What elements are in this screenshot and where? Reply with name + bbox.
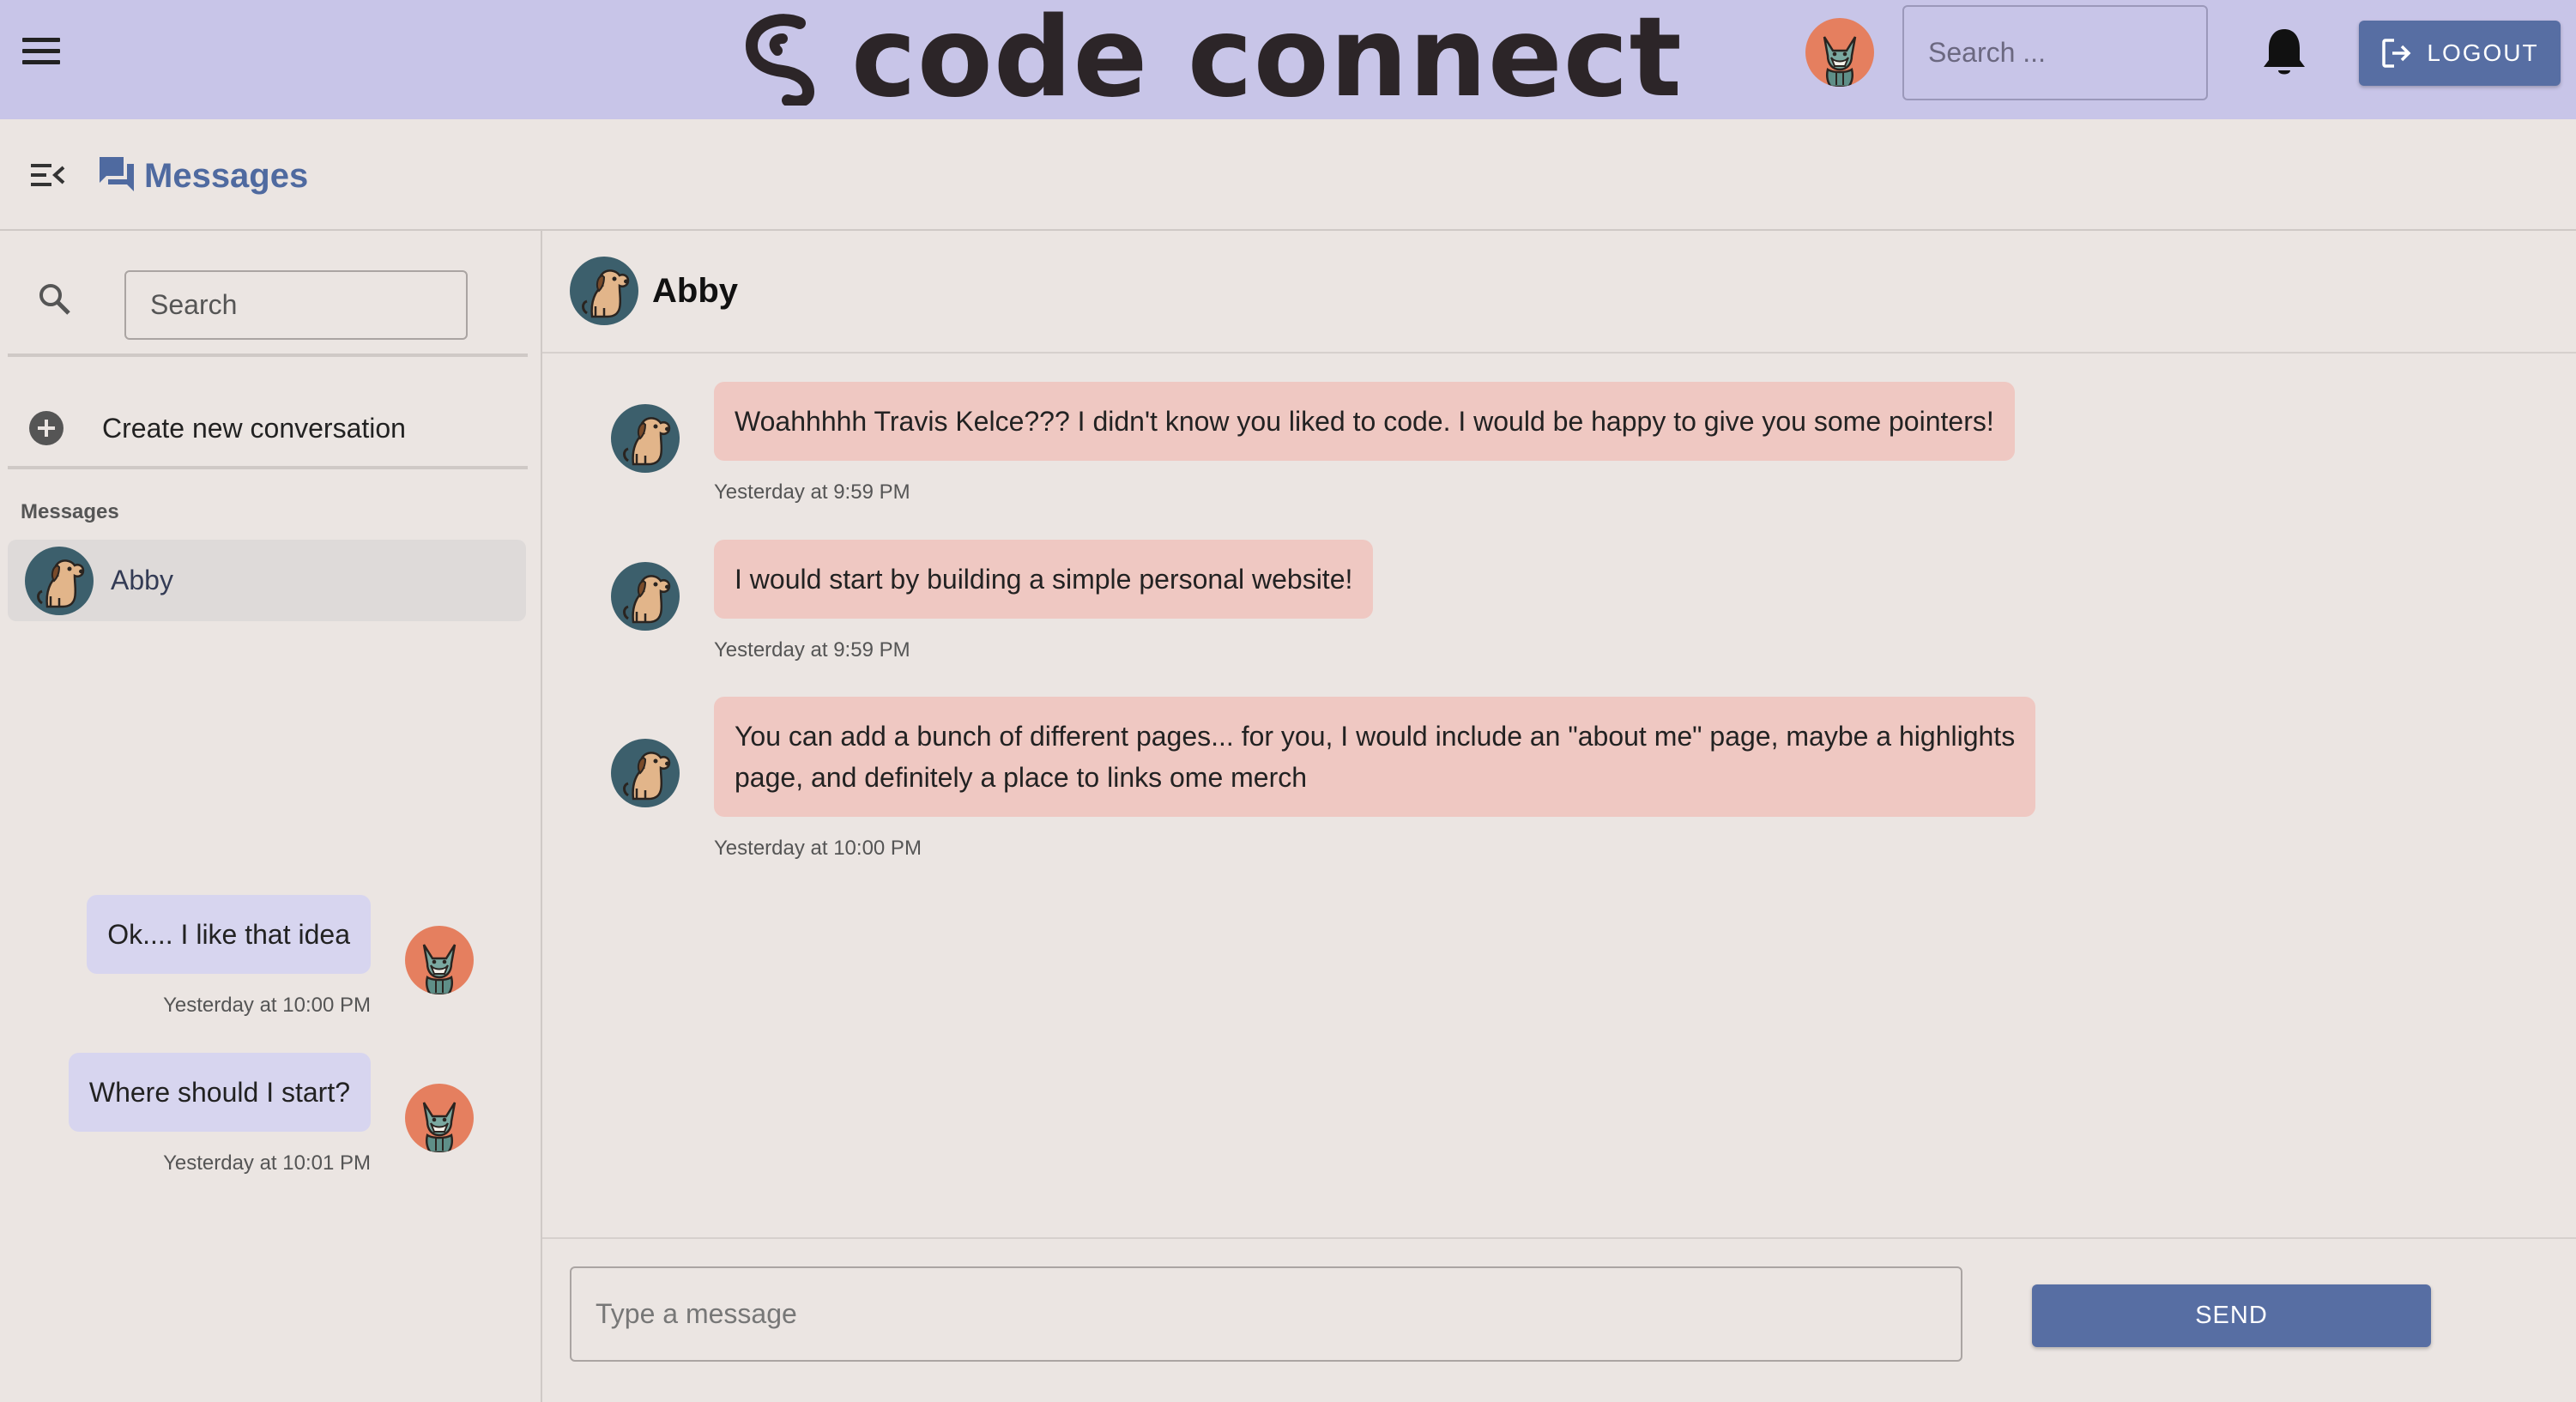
message-timestamp: Yesterday at 10:00 PM bbox=[714, 837, 922, 860]
message-text: Woahhhhh Travis Kelce??? I didn't know y… bbox=[735, 406, 1994, 437]
hamburger-menu-icon[interactable] bbox=[22, 38, 60, 69]
logout-button[interactable]: LOGOUT bbox=[2359, 21, 2561, 86]
user-avatar[interactable] bbox=[1805, 18, 1874, 87]
avatar bbox=[405, 926, 474, 994]
search-icon bbox=[39, 284, 70, 315]
message-timestamp: Yesterday at 9:59 PM bbox=[714, 480, 910, 504]
message-bubble: I would start by building a simple perso… bbox=[714, 540, 1374, 619]
avatar bbox=[611, 404, 680, 473]
avatar bbox=[611, 562, 680, 631]
messages-subheader: Messages bbox=[0, 119, 2576, 231]
logout-icon bbox=[2382, 39, 2411, 68]
conversation-name: Abby bbox=[111, 565, 173, 595]
logout-label: LOGOUT bbox=[2427, 39, 2539, 66]
message-text: I would start by building a simple perso… bbox=[735, 564, 1353, 595]
page-title: Messages bbox=[144, 157, 309, 195]
message-bubble: Where should I start? bbox=[68, 1053, 371, 1132]
divider bbox=[8, 354, 528, 357]
add-circle-icon bbox=[29, 411, 63, 445]
contact-avatar[interactable] bbox=[570, 257, 638, 325]
chat-header: Abby bbox=[542, 231, 2576, 354]
message-timestamp: Yesterday at 9:59 PM bbox=[714, 638, 910, 662]
avatar bbox=[611, 739, 680, 807]
code-connect-logo-icon bbox=[745, 14, 815, 106]
conversation-item-abby[interactable]: Abby bbox=[8, 540, 526, 621]
brand-name: code connect bbox=[851, 0, 1683, 122]
conversation-search-input[interactable] bbox=[124, 270, 468, 340]
chat-bubbles-icon bbox=[100, 157, 134, 191]
message-text-line: You can add a bunch of different pages..… bbox=[735, 721, 2016, 752]
message-bubble: Ok.... I like that idea bbox=[87, 895, 371, 974]
divider bbox=[542, 1237, 2576, 1239]
divider bbox=[8, 466, 528, 469]
global-search-input[interactable] bbox=[1902, 5, 2208, 100]
message-timestamp: Yesterday at 10:01 PM bbox=[163, 1151, 371, 1175]
menu-collapse-icon[interactable] bbox=[31, 160, 65, 190]
message-bubble: Woahhhhh Travis Kelce??? I didn't know y… bbox=[714, 382, 2015, 461]
bell-icon[interactable] bbox=[2262, 26, 2307, 79]
message-input[interactable] bbox=[570, 1266, 1962, 1362]
send-button[interactable]: SEND bbox=[2032, 1284, 2431, 1347]
create-conversation-button[interactable]: Create new conversation bbox=[8, 381, 528, 475]
avatar bbox=[25, 546, 94, 615]
avatar bbox=[405, 1084, 474, 1152]
brand-logo[interactable]: code connect bbox=[740, 3, 1683, 113]
contact-name: Abby bbox=[652, 272, 738, 310]
message-bubble: You can add a bunch of different pages..… bbox=[714, 697, 2036, 817]
conversation-sidebar: Create new conversation Messages Abby bbox=[0, 231, 542, 1402]
message-timestamp: Yesterday at 10:00 PM bbox=[163, 994, 371, 1017]
section-label: Messages bbox=[21, 500, 119, 523]
top-app-bar: code connect LOGOUT bbox=[0, 0, 2576, 119]
create-conversation-label: Create new conversation bbox=[102, 412, 406, 444]
message-text: Ok.... I like that idea bbox=[107, 919, 350, 950]
chat-panel: Abby Woahhhhh Travis Kelce??? I didn't k… bbox=[68, 231, 2576, 1402]
message-text: Where should I start? bbox=[88, 1077, 350, 1108]
message-text-line: page, and definitely a place to links om… bbox=[735, 762, 1308, 793]
